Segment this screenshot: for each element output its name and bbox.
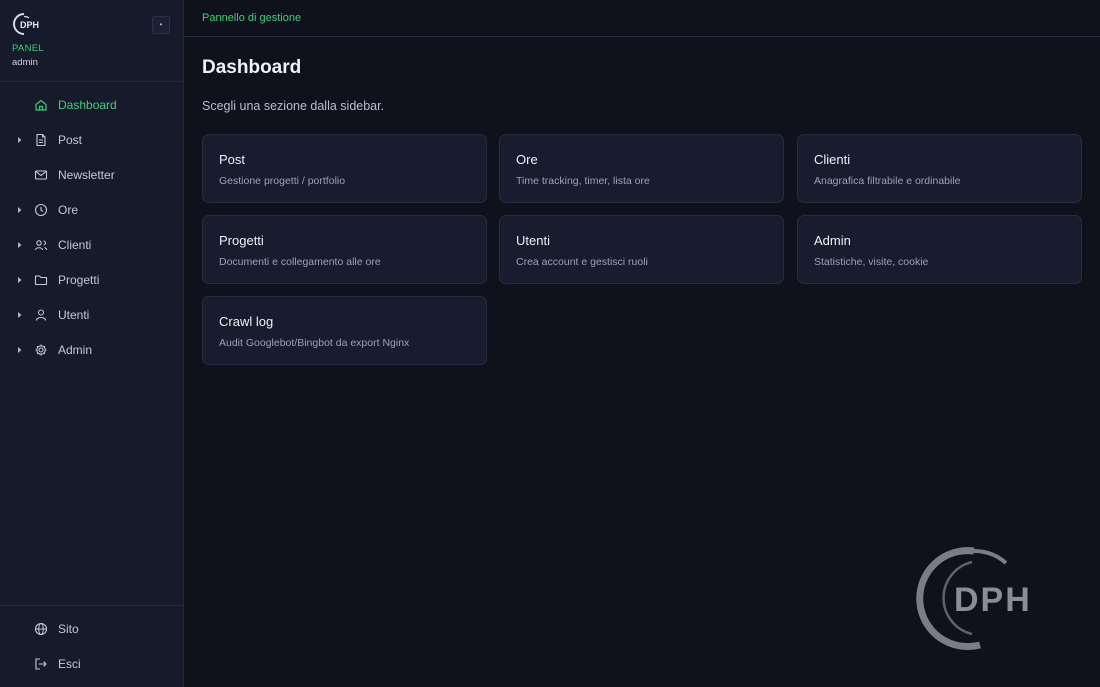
globe-icon	[34, 622, 48, 636]
home-icon	[35, 99, 47, 111]
gear-icon	[35, 344, 47, 356]
sidebar-item-dashboard[interactable]: Dashboard	[0, 90, 183, 120]
brand: DPH PANEL admin	[12, 12, 172, 72]
card-description: Documenti e collegamento alle ore	[219, 256, 381, 268]
card-title: Post	[219, 152, 246, 167]
dph-logo: DPH	[13, 13, 39, 35]
sidebar-item-label: Esci	[58, 657, 81, 671]
card-description: Audit Googlebot/Bingbot da export Nginx	[219, 337, 410, 349]
sidebar-divider	[0, 81, 183, 82]
dph-watermark-logo: DPH	[916, 547, 1032, 651]
card-title: Progetti	[219, 233, 264, 248]
topbar: Pannello di gestione	[184, 0, 1100, 37]
sidebar-item-label: Clienti	[58, 238, 92, 252]
current-user: admin	[12, 57, 38, 68]
sidebar-item-progetti[interactable]: Progetti	[0, 265, 183, 295]
page-title: Dashboard	[202, 57, 302, 78]
caret-right-icon	[18, 242, 22, 248]
caret-right-icon	[18, 137, 22, 143]
sidebar-item-label: Utenti	[58, 308, 90, 322]
sidebar-item-ore[interactable]: Ore	[0, 195, 183, 225]
sidebar-item-label: Sito	[58, 622, 79, 636]
card-description: Anagrafica filtrabile e ordinabile	[814, 175, 961, 187]
card-clienti[interactable]: Clienti Anagrafica filtrabile e ordinabi…	[797, 134, 1082, 203]
card-title: Utenti	[516, 233, 550, 248]
caret-right-icon	[18, 312, 22, 318]
card-title: Ore	[516, 152, 538, 167]
breadcrumb[interactable]: Pannello di gestione	[202, 12, 301, 24]
sidebar-item-clienti[interactable]: Clienti	[0, 230, 183, 260]
sidebar-item-post[interactable]: Post	[0, 125, 183, 155]
sidebar-footer-divider	[0, 605, 183, 606]
mail-icon	[34, 170, 48, 180]
document-icon	[36, 133, 46, 147]
sidebar-item-esci[interactable]: Esci	[0, 649, 183, 679]
sidebar-item-label: Progetti	[58, 273, 100, 287]
sidebar-item-label: Post	[58, 133, 83, 147]
sidebar-item-newsletter[interactable]: Newsletter	[0, 160, 183, 190]
folder-icon	[34, 275, 48, 286]
page-subtitle: Scegli una sezione dalla sidebar.	[202, 99, 385, 113]
card-ore[interactable]: Ore Time tracking, timer, lista ore	[499, 134, 784, 203]
card-description: Statistiche, visite, cookie	[814, 256, 929, 268]
card-description: Time tracking, timer, lista ore	[516, 175, 650, 187]
sidebar-item-sito[interactable]: Sito	[0, 614, 183, 644]
sidebar-item-label: Ore	[58, 203, 79, 217]
sidebar-item-label: Dashboard	[58, 98, 117, 112]
caret-right-icon	[18, 207, 22, 213]
caret-right-icon	[18, 347, 22, 353]
sidebar-item-utenti[interactable]: Utenti	[0, 300, 183, 330]
svg-text:DPH: DPH	[20, 20, 39, 30]
card-post[interactable]: Post Gestione progetti / portfolio	[202, 134, 487, 203]
users-icon	[34, 240, 48, 251]
sidebar-item-admin[interactable]: Admin	[0, 335, 183, 365]
panel-label: PANEL	[12, 43, 44, 54]
card-title: Clienti	[814, 152, 851, 167]
card-progetti[interactable]: Progetti Documenti e collegamento alle o…	[202, 215, 487, 284]
sidebar-item-label: Newsletter	[58, 168, 115, 182]
logout-icon	[35, 658, 47, 670]
user-icon	[35, 309, 47, 321]
card-description: Gestione progetti / portfolio	[219, 175, 346, 187]
card-title: Crawl log	[219, 314, 274, 329]
sidebar-item-label: Admin	[58, 343, 93, 357]
card-description: Crea account e gestisci ruoli	[516, 256, 648, 268]
card-admin[interactable]: Admin Statistiche, visite, cookie	[797, 215, 1082, 284]
sidebar-collapse-button[interactable]: •	[152, 16, 170, 34]
card-crawl-log[interactable]: Crawl log Audit Googlebot/Bingbot da exp…	[202, 296, 487, 365]
card-title: Admin	[814, 233, 851, 248]
clock-icon	[34, 203, 48, 217]
sidebar: DPH PANEL admin • Dashboard Post Newslet…	[0, 0, 184, 687]
svg-text:DPH: DPH	[954, 581, 1032, 619]
card-utenti[interactable]: Utenti Crea account e gestisci ruoli	[499, 215, 784, 284]
caret-right-icon	[18, 277, 22, 283]
